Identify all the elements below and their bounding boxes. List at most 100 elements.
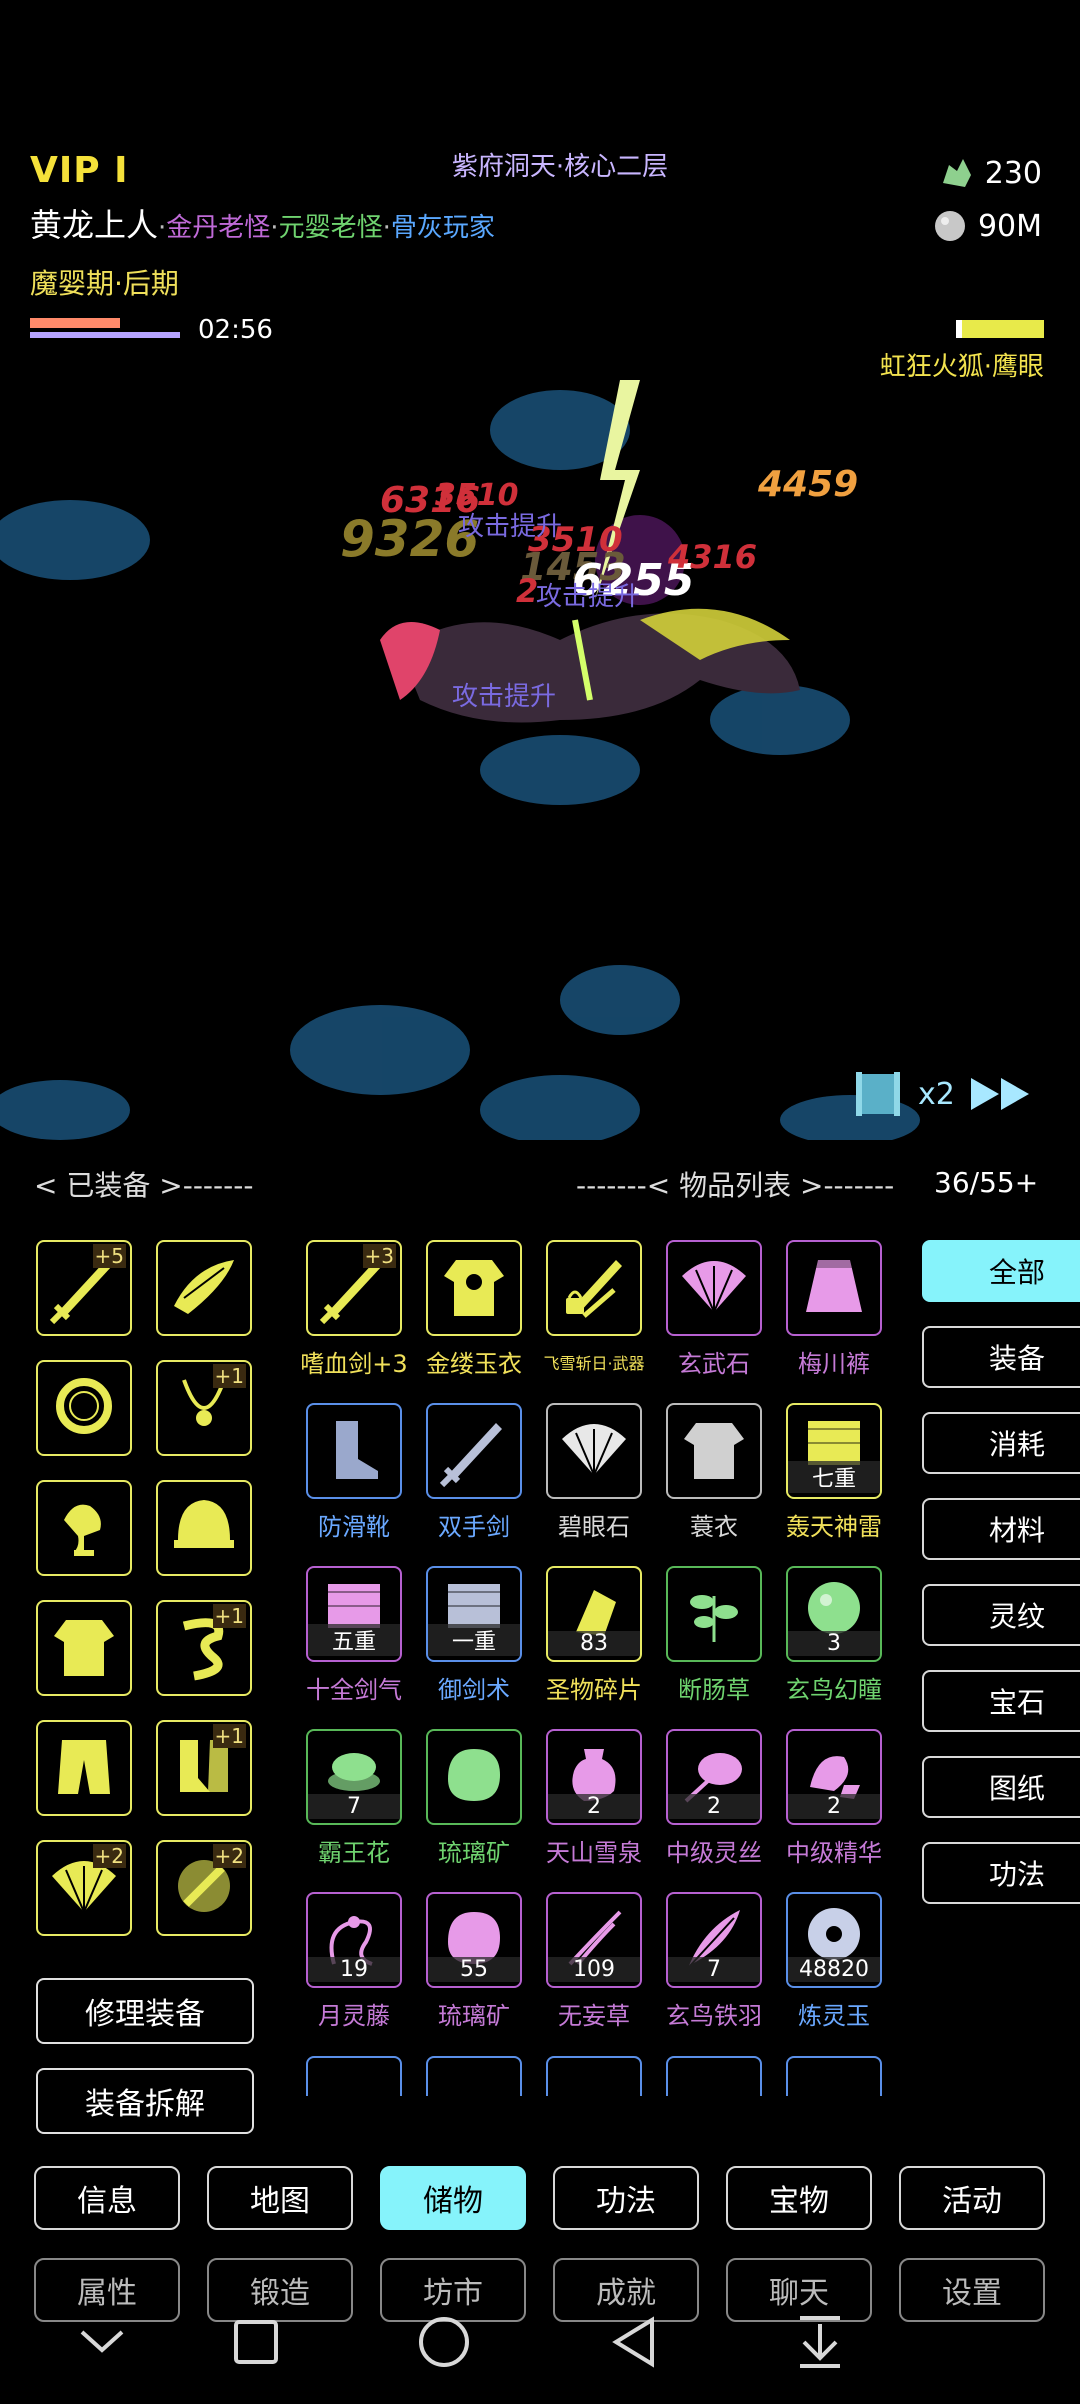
speed-multiplier: x2 bbox=[918, 1076, 955, 1112]
item-slot[interactable]: 7 bbox=[306, 1729, 402, 1825]
player-name-line: 黄龙上人·金丹老怪·元婴老怪·骨灰玩家 bbox=[30, 206, 495, 244]
item-slot[interactable] bbox=[666, 1240, 762, 1336]
item-slot[interactable]: 七重 bbox=[786, 1403, 882, 1499]
item-name: 金缕玉衣 bbox=[426, 1350, 522, 1378]
item-name: 中级精华 bbox=[786, 1839, 882, 1867]
item-slot[interactable]: 2 bbox=[666, 1729, 762, 1825]
dismantle-equipment-button[interactable]: 装备拆解 bbox=[36, 2068, 254, 2134]
category-tab[interactable]: 材料 bbox=[922, 1498, 1080, 1560]
category-tab[interactable]: 装备 bbox=[922, 1326, 1080, 1388]
item-count: 7 bbox=[668, 1957, 760, 1982]
armor-icon bbox=[434, 1246, 514, 1330]
equipped-slot[interactable]: +2 bbox=[156, 1840, 252, 1936]
nav-button[interactable]: 地图 bbox=[207, 2166, 353, 2230]
item-slot[interactable]: 55 bbox=[426, 1892, 522, 1988]
back-icon[interactable] bbox=[612, 2316, 654, 2368]
buff-text: 攻击提升 bbox=[536, 582, 641, 612]
download-icon[interactable] bbox=[800, 2316, 840, 2368]
nav-button[interactable]: 活动 bbox=[899, 2166, 1045, 2230]
nav-button[interactable]: 功法 bbox=[553, 2166, 699, 2230]
equipped-slot[interactable] bbox=[156, 1240, 252, 1336]
item-slot[interactable]: +3 bbox=[306, 1240, 402, 1336]
player-mp-bar bbox=[30, 332, 180, 338]
recents-icon[interactable] bbox=[234, 2320, 278, 2364]
jade-icon bbox=[942, 159, 971, 187]
item-slot[interactable]: 7 bbox=[666, 1892, 762, 1988]
item-list-header: -------< 物品列表 >------- bbox=[576, 1169, 895, 1202]
nav-button[interactable]: 信息 bbox=[34, 2166, 180, 2230]
boot-icon bbox=[314, 1409, 394, 1493]
item-slot[interactable] bbox=[426, 1729, 522, 1825]
category-tab[interactable]: 消耗 bbox=[922, 1412, 1080, 1474]
cultivation-realm: 魔婴期·后期 bbox=[30, 267, 179, 300]
nav-button[interactable]: 储物 bbox=[380, 2166, 526, 2230]
fast-forward-icon[interactable] bbox=[969, 1074, 1033, 1114]
repair-equipment-button[interactable]: 修理装备 bbox=[36, 1978, 254, 2044]
item-slot[interactable] bbox=[786, 2056, 882, 2096]
item-slot[interactable] bbox=[666, 1403, 762, 1499]
item-slot[interactable] bbox=[546, 1240, 642, 1336]
item-slot[interactable] bbox=[306, 2056, 402, 2096]
player-title-3: 骨灰玩家 bbox=[390, 213, 495, 243]
item-slot[interactable]: 3 bbox=[786, 1566, 882, 1662]
equipped-slot[interactable] bbox=[36, 1600, 132, 1696]
category-tab[interactable]: 宝石 bbox=[922, 1670, 1080, 1732]
item-slot[interactable] bbox=[546, 2056, 642, 2096]
equipped-slot[interactable] bbox=[36, 1360, 132, 1456]
item-slot[interactable]: 一重 bbox=[426, 1566, 522, 1662]
category-tab[interactable]: 灵纹 bbox=[922, 1584, 1080, 1646]
item-slot[interactable] bbox=[546, 1403, 642, 1499]
item-name: 玄鸟幻瞳 bbox=[786, 1676, 882, 1704]
item-count: 2 bbox=[668, 1794, 760, 1819]
inventory-capacity: 36/55+ bbox=[934, 1166, 1039, 1199]
equipped-slot[interactable]: +5 bbox=[36, 1240, 132, 1336]
item-count: 7 bbox=[308, 1794, 400, 1819]
item-slot[interactable]: 2 bbox=[546, 1729, 642, 1825]
scroll-icon bbox=[856, 1072, 900, 1116]
nav-button[interactable]: 宝物 bbox=[726, 2166, 872, 2230]
item-name: 玄武石 bbox=[678, 1350, 750, 1378]
enhance-level: +2 bbox=[92, 1844, 126, 1868]
equipped-slot[interactable] bbox=[36, 1480, 132, 1576]
category-tab[interactable]: 功法 bbox=[922, 1842, 1080, 1904]
damage-number: 4459 bbox=[758, 464, 859, 505]
jade-resource: 230 bbox=[939, 155, 1042, 191]
equipped-slot[interactable]: +1 bbox=[156, 1720, 252, 1816]
item-slot[interactable] bbox=[426, 1240, 522, 1336]
equipped-slot[interactable]: +1 bbox=[156, 1360, 252, 1456]
home-icon[interactable] bbox=[419, 2317, 469, 2367]
item-slot[interactable] bbox=[786, 1240, 882, 1336]
item-slot[interactable] bbox=[426, 1403, 522, 1499]
equipped-slot[interactable] bbox=[156, 1480, 252, 1576]
item-slot[interactable] bbox=[306, 1403, 402, 1499]
item-slot[interactable]: 48820 bbox=[786, 1892, 882, 1988]
item-slot[interactable]: 2 bbox=[786, 1729, 882, 1825]
locked-sword-icon bbox=[554, 1246, 634, 1330]
item-slot[interactable] bbox=[666, 1566, 762, 1662]
item-name: 断肠草 bbox=[678, 1676, 750, 1704]
enhance-level: +1 bbox=[212, 1364, 246, 1388]
crane-icon bbox=[44, 1486, 124, 1570]
item-count: 109 bbox=[548, 1957, 640, 1982]
item-name: 梅川裤 bbox=[798, 1350, 870, 1378]
item-slot[interactable] bbox=[426, 2056, 522, 2096]
item-slot[interactable] bbox=[666, 2056, 762, 2096]
speed-control[interactable]: x2 bbox=[852, 1070, 1033, 1118]
category-tab[interactable]: 图纸 bbox=[922, 1756, 1080, 1818]
equipped-slot[interactable]: +1 bbox=[156, 1600, 252, 1696]
collapse-icon[interactable] bbox=[80, 2330, 124, 2353]
damage-number: 4316 bbox=[668, 538, 758, 576]
item-count: 3 bbox=[788, 1631, 880, 1656]
ring-icon bbox=[44, 1366, 124, 1450]
equipped-slot[interactable]: +2 bbox=[36, 1840, 132, 1936]
equipped-slot[interactable] bbox=[36, 1720, 132, 1816]
category-tab[interactable]: 全部 bbox=[922, 1240, 1080, 1302]
item-count: 83 bbox=[548, 1631, 640, 1656]
robe-icon bbox=[44, 1606, 124, 1690]
item-slot[interactable]: 83 bbox=[546, 1566, 642, 1662]
item-slot[interactable]: 109 bbox=[546, 1892, 642, 1988]
item-name: 轰天神雷 bbox=[786, 1513, 882, 1541]
item-slot[interactable]: 19 bbox=[306, 1892, 402, 1988]
item-slot[interactable]: 五重 bbox=[306, 1566, 402, 1662]
item-name: 玄鸟铁羽 bbox=[666, 2002, 762, 2030]
